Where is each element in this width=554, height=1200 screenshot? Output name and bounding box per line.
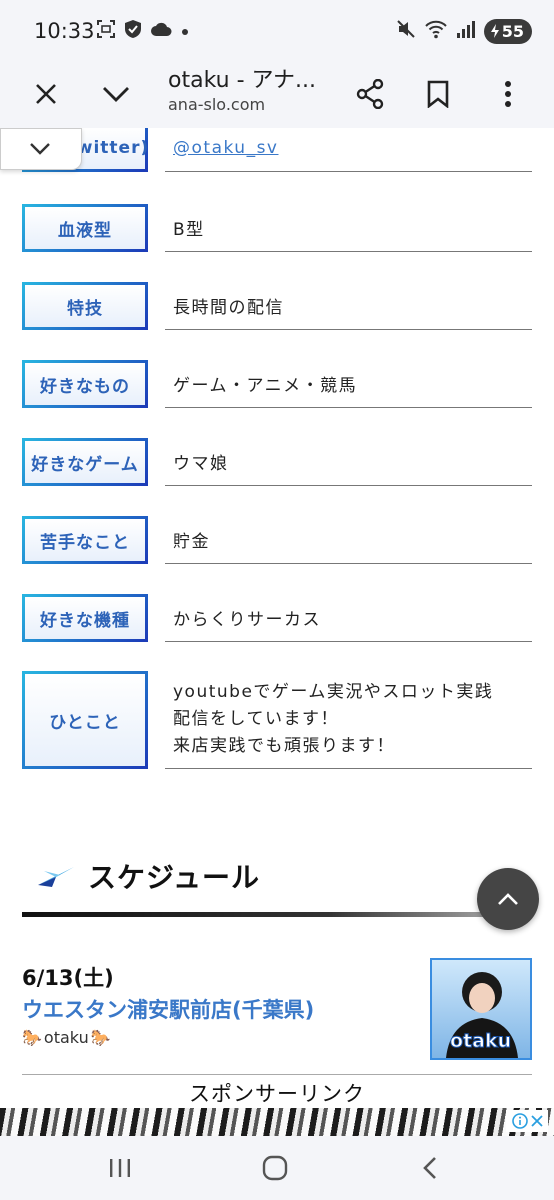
bookmark-icon	[427, 80, 449, 108]
chevron-down-icon	[30, 143, 50, 155]
home-button[interactable]	[245, 1146, 305, 1190]
status-bar: 10:33 55	[0, 0, 554, 60]
profile-row-label: 好きなゲーム	[22, 438, 148, 486]
ad-banner[interactable]	[0, 1108, 554, 1136]
more-options-button[interactable]	[484, 70, 532, 118]
profile-row-value: 長時間の配信	[165, 282, 532, 330]
battery-icon: 55	[483, 18, 532, 44]
status-time: 10:33	[34, 19, 95, 43]
message-line: 配信をしています！	[173, 709, 339, 729]
profile-message-value: youtubeでゲーム実況やスロット実践 配信をしています！ 来店実践でも頑張り…	[165, 671, 532, 769]
back-button[interactable]	[400, 1146, 460, 1190]
profile-row-label: 苦手なこと	[22, 516, 148, 564]
system-nav-bar	[0, 1136, 554, 1200]
cloud-icon	[150, 21, 172, 41]
collapse-panel-button[interactable]	[0, 128, 82, 170]
chevron-down-icon	[103, 87, 129, 102]
event-venue-link[interactable]: ウエスタン浦安駅前店(千葉県)	[22, 994, 314, 1024]
shield-check-icon	[124, 19, 142, 43]
close-button[interactable]	[22, 70, 70, 118]
profile-row-value: ゲーム・アニメ・競馬	[165, 360, 532, 408]
performer-thumbnail[interactable]: otaku	[430, 958, 532, 1060]
more-vert-icon	[505, 81, 511, 107]
profile-row-label: ひとこと	[22, 671, 148, 769]
bookmark-button[interactable]	[414, 70, 462, 118]
event-divider	[22, 1074, 532, 1075]
home-icon	[262, 1155, 288, 1181]
schedule-heading: スケジュール	[36, 856, 260, 896]
mute-icon	[396, 19, 416, 43]
ad-info-button[interactable]	[506, 1110, 548, 1132]
profile-row-label: 血液型	[22, 204, 148, 252]
share-button[interactable]	[346, 70, 394, 118]
page-url[interactable]: ana-slo.com	[168, 95, 265, 114]
page-title[interactable]: otaku - アナ...	[168, 62, 316, 94]
schedule-title: スケジュール	[88, 861, 261, 894]
info-icon	[511, 1113, 528, 1129]
twitter-handle-link[interactable]: @otaku_sv	[165, 128, 532, 172]
thumbnail-name: otaku	[449, 1030, 512, 1053]
profile-row-value: ウマ娘	[165, 438, 532, 486]
profile-row-label: 特技	[22, 282, 148, 330]
arrow-logo-icon	[38, 867, 74, 887]
back-icon	[423, 1157, 436, 1179]
signal-icon	[456, 19, 476, 43]
screenshot-icon	[96, 19, 116, 43]
profile-row-value: B型	[165, 204, 532, 252]
dot-icon	[180, 22, 190, 41]
profile-row-label: 好きな機種	[22, 594, 148, 642]
share-icon	[356, 79, 384, 109]
profile-row-message: ひとこと youtubeでゲーム実況やスロット実践 配信をしています！ 来店実践…	[22, 671, 532, 769]
event-date: 6/13(土)	[22, 966, 114, 990]
message-line: 来店実践でも頑張ります！	[173, 736, 395, 756]
wifi-icon	[424, 19, 448, 43]
schedule-divider	[22, 912, 532, 917]
horse-icon: 🐎	[22, 1028, 42, 1047]
profile-row-value: 貯金	[165, 516, 532, 564]
event-performer: 🐎 otaku 🐎	[22, 1028, 111, 1047]
page-content: witter) @otaku_sv 血液型 B型 特技 長時間の配信 好きなもの…	[0, 128, 554, 1136]
battery-level: 55	[501, 21, 524, 41]
status-icons-right: 55	[396, 17, 532, 45]
chevron-up-icon	[498, 893, 518, 905]
close-icon	[36, 84, 56, 104]
scroll-to-top-button[interactable]	[477, 868, 539, 930]
profile-row-label: 好きなもの	[22, 360, 148, 408]
message-line: youtubeでゲーム実況やスロット実践	[173, 682, 494, 702]
recent-apps-button[interactable]	[90, 1146, 150, 1190]
recent-apps-icon	[110, 1159, 130, 1177]
sponsor-label: スポンサーリンク	[189, 1082, 365, 1106]
collapse-toolbar-button[interactable]	[92, 70, 140, 118]
close-icon	[530, 1115, 543, 1127]
performer-name: otaku	[43, 1028, 89, 1047]
horse-icon: 🐎	[90, 1028, 111, 1047]
profile-row-value: からくりサーカス	[165, 594, 532, 642]
status-icons-left	[96, 18, 190, 44]
